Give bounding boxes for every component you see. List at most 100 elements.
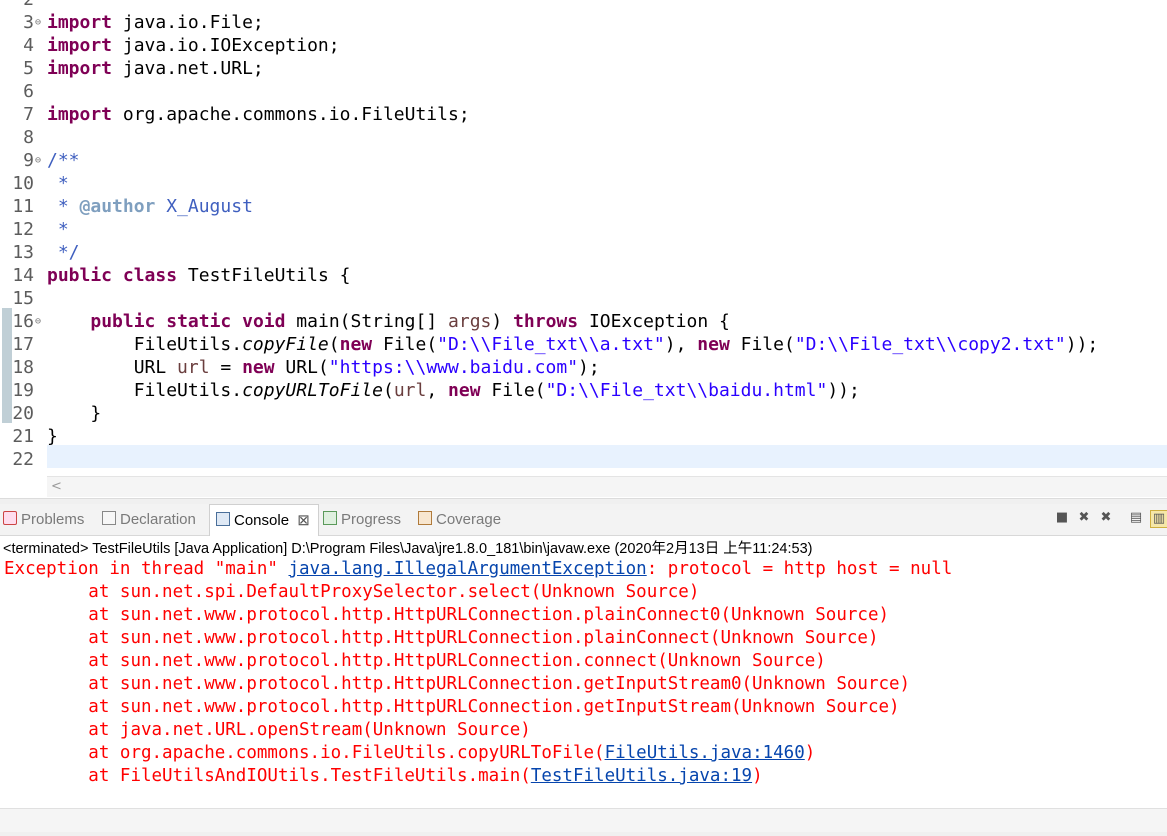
code-line[interactable]: 16 ⊖ public static void main(String[] arg… xyxy=(0,310,1167,333)
code-text: FileUtils.copyFile(new File("D:\\File_tx… xyxy=(47,333,1099,356)
code-token: new xyxy=(339,334,373,355)
code-token: File( xyxy=(480,380,546,401)
code-line[interactable]: 2 xyxy=(0,0,1167,11)
tab-problems[interactable]: Problems xyxy=(3,504,84,535)
code-token: void xyxy=(242,311,286,332)
tab-console[interactable]: Console ⊠ xyxy=(209,504,319,536)
line-number: 22 xyxy=(12,449,34,470)
code-line[interactable]: 3 ⊖ import java.io.File; xyxy=(0,11,1167,34)
code-line[interactable]: 7 import org.apache.commons.io.FileUtils; xyxy=(0,103,1167,126)
tab-progress[interactable]: Progress xyxy=(323,504,401,535)
code-text: */ xyxy=(47,241,80,264)
code-token: java.io.File; xyxy=(112,12,264,33)
code-line[interactable]: 14 public class TestFileUtils { xyxy=(0,264,1167,287)
code-token: new xyxy=(697,334,730,355)
console-text: at FileUtilsAndIOUtils.TestFileUtils.mai… xyxy=(4,766,531,786)
line-number: 4 xyxy=(23,35,34,56)
code-token: import xyxy=(47,12,113,33)
code-line[interactable]: 17 FileUtils.copyFile(new File("D:\\File… xyxy=(0,333,1167,356)
code-token: URL( xyxy=(274,357,329,378)
tab-coverage[interactable]: Coverage xyxy=(418,504,501,535)
stacktrace-link[interactable]: java.lang.IllegalArgumentException xyxy=(288,559,646,579)
code-token: "D:\\File_txt\\a.txt" xyxy=(437,334,665,355)
console-line: at java.net.URL.openStream(Unknown Sourc… xyxy=(4,719,531,742)
console-output[interactable]: Exception in thread "main" java.lang.Ill… xyxy=(0,558,1167,808)
code-line[interactable]: 11 * @author X_August xyxy=(0,195,1167,218)
console-text: at sun.net.www.protocol.http.HttpURLConn… xyxy=(4,628,879,648)
line-number: 13 xyxy=(12,242,34,263)
console-text: at org.apache.commons.io.FileUtils.copyU… xyxy=(4,743,605,763)
editor-horizontal-scrollbar[interactable]: < xyxy=(47,476,1167,497)
code-editor[interactable]: 23⊖import java.io.File;4import java.io.I… xyxy=(0,0,1167,498)
code-line[interactable]: 6 xyxy=(0,80,1167,103)
code-token: "https:\\www.baidu.com" xyxy=(328,357,579,378)
console-icon xyxy=(216,512,230,526)
terminate-icon[interactable]: ■ xyxy=(1054,510,1070,526)
code-token: ( xyxy=(382,380,394,401)
code-token: new xyxy=(448,380,481,401)
code-line[interactable]: 20 } xyxy=(0,402,1167,425)
stacktrace-link[interactable]: FileUtils.java:1460 xyxy=(605,743,805,763)
console-text: at sun.net.www.protocol.http.HttpURLConn… xyxy=(4,674,911,694)
code-line[interactable]: 12 * xyxy=(0,218,1167,241)
code-token: @author xyxy=(79,196,156,217)
console-text: at java.net.URL.openStream(Unknown Sourc… xyxy=(4,720,531,740)
fold-toggle-icon[interactable]: ⊖ xyxy=(35,310,45,333)
console-text: at sun.net.www.protocol.http.HttpURLConn… xyxy=(4,651,826,671)
console-line: at sun.net.www.protocol.http.HttpURLConn… xyxy=(4,627,879,650)
console-text: Exception in thread "main" xyxy=(4,559,289,579)
code-line[interactable]: 22 xyxy=(0,448,1167,471)
code-text: * xyxy=(47,172,69,195)
code-token: "D:\\File_txt\\copy2.txt" xyxy=(794,334,1066,355)
console-horizontal-scrollbar[interactable] xyxy=(0,808,1167,833)
code-line[interactable]: 4 import java.io.IOException; xyxy=(0,34,1167,57)
scroll-left-icon[interactable]: < xyxy=(51,477,62,497)
code-token: )); xyxy=(1065,334,1099,355)
coverage-icon xyxy=(418,511,432,525)
tab-declaration-label: Declaration xyxy=(120,511,196,528)
fold-toggle-icon[interactable]: ⊖ xyxy=(35,11,45,34)
remove-launch-icon[interactable]: ✖ xyxy=(1076,510,1092,526)
line-number: 21 xyxy=(12,426,34,447)
console-text: at sun.net.www.protocol.http.HttpURLConn… xyxy=(4,605,890,625)
code-token: url xyxy=(393,380,427,401)
code-token: public xyxy=(47,265,113,286)
clear-console-icon[interactable]: ▤ xyxy=(1128,510,1144,526)
code-line[interactable]: 8 xyxy=(0,126,1167,149)
code-token: ( xyxy=(328,334,340,355)
scroll-lock-icon[interactable]: ▥ xyxy=(1150,510,1167,528)
code-line[interactable]: 13 */ xyxy=(0,241,1167,264)
code-line[interactable]: 5 import java.net.URL; xyxy=(0,57,1167,80)
code-line[interactable]: 21} xyxy=(0,425,1167,448)
code-text: import java.io.File; xyxy=(47,11,264,34)
code-line[interactable]: 18 URL url = new URL("https:\\www.baidu.… xyxy=(0,356,1167,379)
stacktrace-link[interactable]: TestFileUtils.java:19 xyxy=(531,766,752,786)
code-token: * xyxy=(47,219,69,240)
tab-coverage-label: Coverage xyxy=(436,511,502,528)
remove-all-icon[interactable]: ✖ xyxy=(1098,510,1114,526)
code-token: import xyxy=(47,58,113,79)
line-number: 8 xyxy=(23,127,34,148)
code-line[interactable]: 10 * xyxy=(0,172,1167,195)
line-number: 14 xyxy=(12,265,34,286)
console-text: at sun.net.spi.DefaultProxySelector.sele… xyxy=(4,582,700,602)
code-token: TestFileUtils { xyxy=(177,265,351,286)
code-line[interactable]: 19 FileUtils.copyURLToFile(url, new File… xyxy=(0,379,1167,402)
tab-declaration[interactable]: Declaration xyxy=(102,504,196,535)
code-token: ), xyxy=(664,334,698,355)
code-token: new xyxy=(242,357,275,378)
code-token: FileUtils. xyxy=(47,334,243,355)
code-line[interactable]: 15 xyxy=(0,287,1167,310)
close-icon[interactable]: ⊠ xyxy=(297,512,310,529)
code-token: URL xyxy=(47,357,178,378)
code-token: org.apache.commons.io.FileUtils; xyxy=(112,104,470,125)
code-line[interactable]: 9 ⊖/** xyxy=(0,149,1167,172)
console-line: at sun.net.www.protocol.http.HttpURLConn… xyxy=(4,673,910,696)
code-text: FileUtils.copyURLToFile(url, new File("D… xyxy=(47,379,860,402)
code-token: * xyxy=(47,196,80,217)
console-text: : protocol = http host = null xyxy=(646,559,953,579)
code-token: public xyxy=(90,311,156,332)
code-token: = xyxy=(209,357,243,378)
fold-toggle-icon[interactable]: ⊖ xyxy=(35,149,45,172)
